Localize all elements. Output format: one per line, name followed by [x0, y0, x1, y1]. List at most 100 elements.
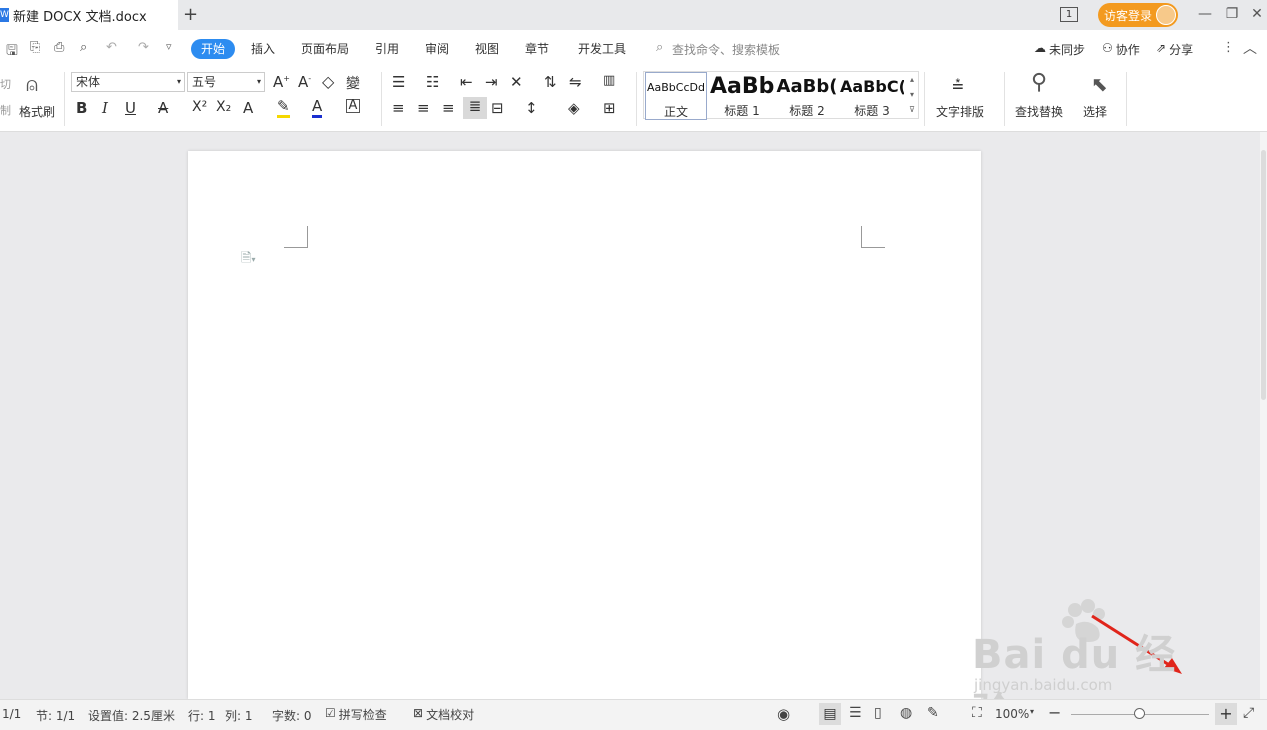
page-badge-icon[interactable]: 1 [1060, 7, 1078, 22]
chinese-layout-icon[interactable]: ✕ [510, 73, 523, 91]
setting-value[interactable]: 设置值: 2.5厘米 [88, 707, 175, 724]
tab-review[interactable]: 审阅 [425, 39, 449, 59]
outline-view-icon[interactable]: ☰ [849, 705, 862, 721]
font-color-icon[interactable]: A [312, 97, 323, 118]
numbering-icon[interactable]: ☷ [426, 73, 439, 91]
phonetic-guide-icon[interactable]: 變 [346, 73, 360, 93]
login-button[interactable]: 访客登录 [1098, 3, 1178, 27]
shading-icon[interactable]: ◈ [568, 99, 580, 117]
sync-button[interactable]: ☁ 未同步 [1034, 41, 1085, 58]
new-tab-button[interactable]: + [183, 4, 198, 25]
document-title: 新建 DOCX 文档.docx [13, 9, 147, 25]
copy-button[interactable]: 制 [0, 102, 11, 118]
zoom-out-icon[interactable]: − [1048, 703, 1061, 722]
zoom-slider-thumb[interactable] [1134, 708, 1145, 719]
command-search[interactable]: 查找命令、搜索模板 [672, 41, 780, 58]
ruler-icon[interactable]: ▥ [603, 73, 615, 88]
zoom-level[interactable]: 100% [995, 707, 1029, 721]
format-painter-icon: ⍝ [26, 72, 38, 96]
zoom-dropdown-icon[interactable]: ▾ [1030, 707, 1034, 716]
redo-icon[interactable]: ↷ [138, 40, 149, 55]
quick-access-dropdown-icon[interactable]: ▿ [166, 40, 172, 53]
tab-developer[interactable]: 开发工具 [578, 39, 626, 59]
underline-icon[interactable]: U [125, 99, 136, 117]
proofread-button[interactable]: ⊠ 文档校对 [413, 706, 474, 723]
subscript-icon[interactable]: X₂ [216, 99, 231, 115]
minimize-button[interactable]: — [1195, 6, 1215, 22]
grow-font-icon[interactable]: A+ [273, 73, 290, 91]
shrink-font-icon[interactable]: A- [298, 73, 311, 91]
styles-scroll-controls[interactable]: ▴ ▾ ⊽ [906, 72, 918, 117]
sort-icon[interactable]: ⇅ [544, 73, 557, 91]
line-spacing-icon[interactable]: ↕ [525, 99, 538, 117]
page-indicator[interactable]: 1/1 [2, 707, 21, 721]
select-button[interactable]: 选择 [1083, 103, 1107, 120]
borders-icon[interactable]: ⊞ [603, 99, 616, 117]
style-heading-2[interactable]: AaBb( 标题 2 [775, 72, 839, 120]
decrease-indent-icon[interactable]: ⇤ [460, 73, 473, 91]
bullets-icon[interactable]: ☰ [392, 73, 405, 91]
format-painter-button[interactable]: 格式刷 [19, 103, 55, 120]
tab-insert[interactable]: 插入 [251, 39, 275, 59]
text-layout-button[interactable]: 文字排版 [936, 103, 984, 120]
tab-section[interactable]: 章节 [525, 39, 549, 59]
section-indicator[interactable]: 节: 1/1 [36, 707, 75, 724]
eye-protection-icon[interactable]: ◉ [777, 705, 790, 723]
print-preview-icon[interactable]: ⌕ [80, 40, 87, 55]
person-icon: ⚇ [1102, 41, 1113, 55]
char-border-icon[interactable]: A [346, 99, 360, 113]
collapse-ribbon-icon[interactable]: ︿ [1243, 38, 1257, 58]
fit-page-icon[interactable]: ⛶ [972, 705, 982, 721]
show-marks-icon[interactable]: ⇋ [569, 73, 582, 91]
align-right-icon[interactable]: ≡ [442, 99, 455, 117]
style-heading-1[interactable]: AaBb 标题 1 [710, 72, 774, 120]
font-size-select[interactable]: 五号 ▾ [187, 72, 265, 92]
reading-view-icon[interactable]: ▯ [874, 705, 882, 721]
style-normal[interactable]: AaBbCcDd 正文 [645, 72, 707, 120]
collaborate-button[interactable]: ⚇ 协作 [1102, 41, 1140, 58]
print-icon[interactable]: ⎙ [54, 40, 64, 55]
strikethrough-icon[interactable]: A [158, 99, 168, 117]
save-icon[interactable]: 🖫 [6, 40, 18, 64]
share-button[interactable]: ⇗ 分享 [1156, 41, 1193, 58]
search-icon: ⌕ [656, 40, 664, 55]
bold-icon[interactable]: B [76, 99, 87, 117]
export-icon[interactable]: ⎘ [30, 40, 40, 55]
find-replace-button[interactable]: 查找替换 [1015, 103, 1063, 120]
text-effect-icon[interactable]: A [243, 99, 253, 117]
justify-icon[interactable]: ≣ [463, 97, 487, 119]
tab-page-layout[interactable]: 页面布局 [301, 39, 349, 59]
pen-icon[interactable]: ✎ [927, 705, 939, 721]
font-name-select[interactable]: 宋体 ▾ [71, 72, 185, 92]
clear-format-icon[interactable]: ◇ [322, 72, 334, 91]
page-view-icon[interactable]: ▤ [819, 703, 841, 725]
superscript-icon[interactable]: X² [192, 99, 207, 115]
increase-indent-icon[interactable]: ⇥ [485, 73, 498, 91]
cut-button[interactable]: 切 [0, 76, 11, 92]
scrollbar-thumb[interactable] [1261, 150, 1266, 400]
zoom-in-icon[interactable]: + [1215, 703, 1237, 725]
italic-icon[interactable]: I [102, 99, 108, 117]
paragraph-menu-icon[interactable]: 🗎▾ [241, 249, 255, 271]
tab-view[interactable]: 视图 [475, 39, 499, 59]
web-view-icon[interactable]: ◍ [900, 705, 912, 721]
undo-icon[interactable]: ↶ [106, 40, 117, 55]
more-icon[interactable]: ⋮ [1222, 40, 1235, 55]
align-center-icon[interactable]: ≡ [417, 99, 430, 117]
tab-home[interactable]: 开始 [191, 39, 236, 59]
restore-button[interactable]: ❐ [1222, 6, 1242, 22]
style-heading-3[interactable]: AaBbC( 标题 3 [840, 72, 904, 120]
spellcheck-button[interactable]: ☑ 拼写检查 [325, 706, 387, 723]
document-tab[interactable]: W 新建 DOCX 文档.docx [0, 0, 178, 30]
word-count[interactable]: 字数: 0 [272, 707, 312, 724]
align-left-icon[interactable]: ≡ [392, 99, 405, 117]
close-button[interactable]: ✕ [1247, 6, 1267, 22]
fullscreen-icon[interactable]: ⤢ [1243, 705, 1254, 721]
highlight-icon[interactable]: ✎ [277, 97, 290, 118]
distributed-icon[interactable]: ⊟ [491, 99, 504, 117]
ribbon-divider [381, 72, 382, 126]
tab-references[interactable]: 引用 [375, 39, 399, 59]
ribbon-divider [636, 72, 637, 126]
ribbon-divider [1126, 72, 1127, 126]
wps-writer-icon: W [0, 8, 9, 22]
